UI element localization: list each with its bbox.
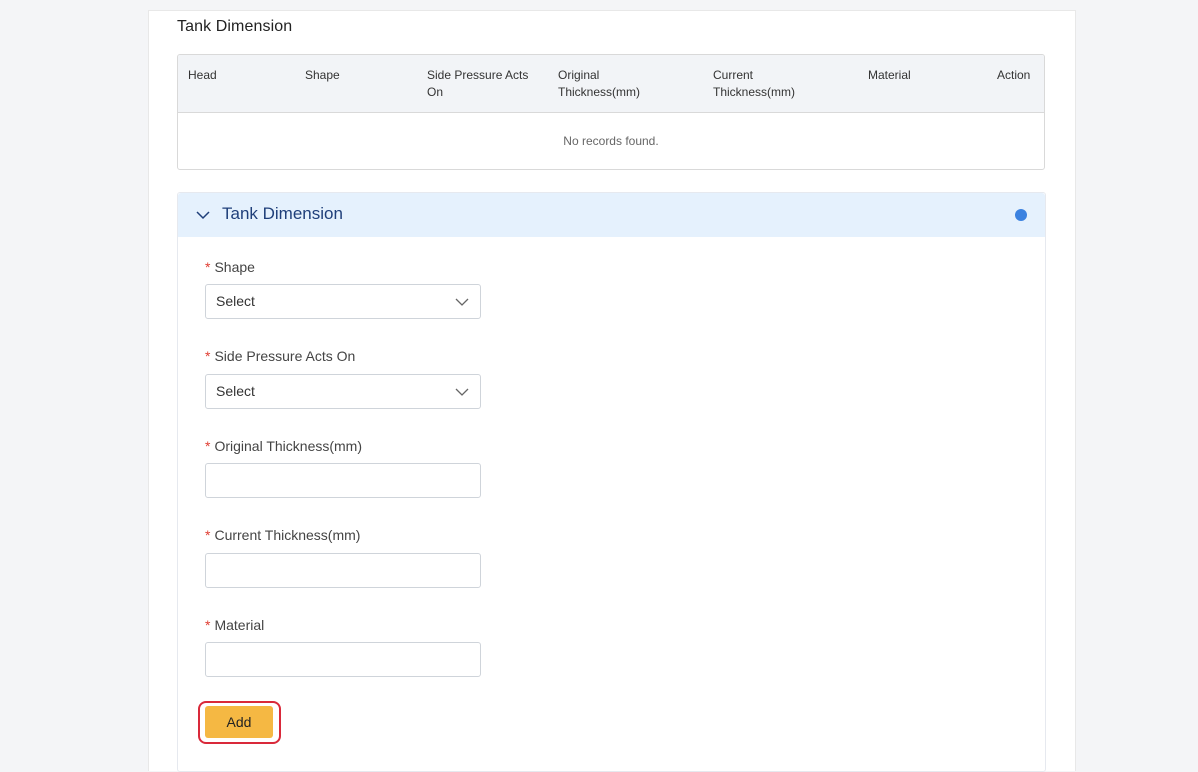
column-header-head: Head bbox=[188, 68, 217, 82]
chevron-down-icon bbox=[455, 298, 469, 306]
chevron-down-icon[interactable] bbox=[194, 206, 212, 224]
panel-header[interactable]: Tank Dimension bbox=[178, 193, 1045, 237]
column-header-shape: Shape bbox=[305, 68, 340, 82]
required-marker: * bbox=[205, 348, 211, 364]
chevron-down-icon bbox=[455, 388, 469, 396]
required-marker: * bbox=[205, 617, 211, 633]
side-pressure-label: * Side Pressure Acts On bbox=[205, 348, 356, 364]
material-input[interactable] bbox=[205, 642, 481, 677]
column-header-material: Material bbox=[868, 68, 911, 82]
current-thickness-label: * Current Thickness(mm) bbox=[205, 527, 361, 543]
side-pressure-select[interactable]: Select bbox=[205, 374, 481, 409]
material-label: * Material bbox=[205, 617, 265, 633]
required-marker: * bbox=[205, 527, 211, 543]
section-title: Tank Dimension bbox=[177, 18, 293, 35]
empty-state-message: No records found. bbox=[563, 134, 659, 148]
shape-select-value: Select bbox=[216, 293, 255, 309]
required-marker: * bbox=[205, 438, 211, 454]
add-button[interactable]: Add bbox=[205, 706, 273, 738]
column-header-action: Action bbox=[997, 68, 1031, 82]
status-dot-icon bbox=[1015, 209, 1027, 221]
table-header: Head Shape Side Pressure Acts On Original… bbox=[178, 55, 1044, 113]
column-header-side-pressure: Side Pressure Acts On bbox=[427, 68, 529, 99]
column-header-current-thickness: Current Thickness(mm) bbox=[713, 68, 796, 99]
tank-dimension-table: Head Shape Side Pressure Acts On Original… bbox=[177, 54, 1045, 170]
side-pressure-select-value: Select bbox=[216, 383, 255, 399]
panel-title: Tank Dimension bbox=[222, 204, 343, 223]
original-thickness-label: * Original Thickness(mm) bbox=[205, 438, 362, 454]
required-marker: * bbox=[205, 259, 211, 275]
current-thickness-input[interactable] bbox=[205, 553, 481, 588]
shape-label: * Shape bbox=[205, 259, 255, 275]
shape-select[interactable]: Select bbox=[205, 284, 481, 319]
column-header-original-thickness: Original Thickness(mm) bbox=[558, 68, 641, 99]
original-thickness-input[interactable] bbox=[205, 463, 481, 498]
